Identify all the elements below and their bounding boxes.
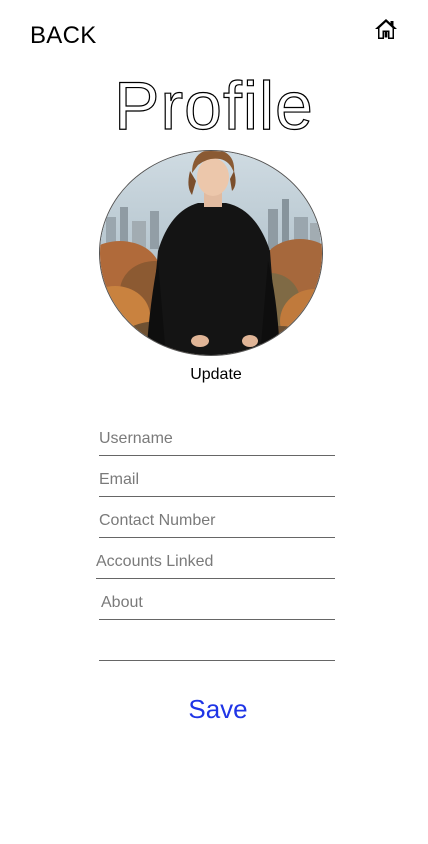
back-button[interactable]: BACK	[30, 22, 97, 50]
email-field[interactable]	[99, 465, 335, 497]
username-field[interactable]	[99, 424, 335, 456]
accounts-linked-field[interactable]	[96, 547, 335, 579]
profile-photo	[99, 150, 323, 356]
contact-number-field[interactable]	[99, 506, 335, 538]
about-field-line-2[interactable]	[99, 629, 335, 661]
about-field[interactable]	[99, 588, 335, 620]
page-title: Profile	[114, 67, 314, 144]
home-icon[interactable]	[374, 17, 398, 41]
save-button[interactable]: Save	[0, 694, 428, 725]
update-photo-button[interactable]: Update	[0, 366, 428, 384]
